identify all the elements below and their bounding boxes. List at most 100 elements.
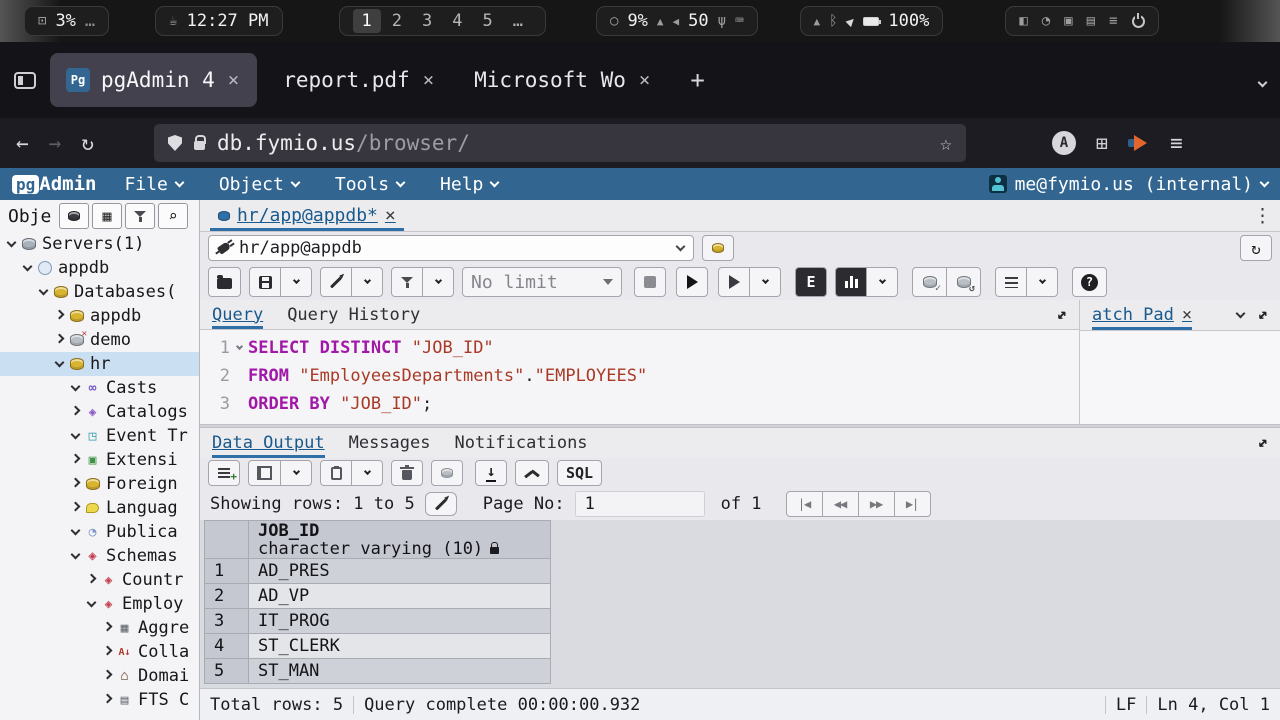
explain-analyze-button[interactable]: [835, 267, 867, 297]
tree-node-catalogs[interactable]: ◈Catalogs: [0, 400, 199, 424]
grid-column-header[interactable]: JOB_ID character varying (10): [249, 521, 551, 559]
lock-icon[interactable]: [194, 141, 205, 150]
eol-indicator[interactable]: LF: [1116, 695, 1136, 715]
delete-row-button[interactable]: [391, 460, 423, 486]
network-widget[interactable]: ▲ ᛒ ▶ 100%: [800, 6, 944, 36]
back-button[interactable]: ←: [16, 131, 29, 155]
chevron-right-icon[interactable]: [71, 454, 81, 464]
row-number-cell[interactable]: 1: [205, 559, 249, 584]
rollback-button[interactable]: ↺: [946, 267, 981, 297]
tray-icon-2[interactable]: ◔: [1042, 13, 1050, 29]
tree-node-databases[interactable]: Databases(: [0, 280, 199, 304]
macros-button[interactable]: [995, 267, 1027, 297]
next-page-button[interactable]: ▶▶: [858, 491, 895, 517]
menu-help[interactable]: Help: [440, 174, 498, 195]
grid-row-2[interactable]: 2AD_VP: [205, 584, 551, 609]
browser-tab-word[interactable]: Microsoft Wo ×: [458, 53, 668, 107]
search-objects-button[interactable]: ⌕: [158, 203, 188, 229]
save-data-button[interactable]: [431, 460, 463, 486]
data-cell[interactable]: ST_CLERK: [249, 634, 551, 659]
stop-button[interactable]: [634, 267, 666, 297]
tree-node-event-triggers[interactable]: ◳Event Tr: [0, 424, 199, 448]
first-page-button[interactable]: |◀: [786, 491, 823, 517]
tree-node-fts-configurations[interactable]: ▤FTS C: [0, 688, 199, 712]
system-tray[interactable]: ◧ ◔ ▣ ▤ ≡: [1005, 6, 1158, 36]
grid-view-button[interactable]: ▦: [92, 203, 122, 229]
chevron-right-icon[interactable]: [71, 502, 81, 512]
hamburger-menu-icon[interactable]: ≡: [1109, 13, 1117, 29]
chevron-right-icon[interactable]: [103, 646, 113, 656]
tab-scratch-pad[interactable]: atch Pad ×: [1092, 300, 1192, 330]
browser-tab-pgadmin[interactable]: Pg pgAdmin 4 ×: [50, 53, 257, 107]
row-number-cell[interactable]: 2: [205, 584, 249, 609]
user-menu[interactable]: me@fymio.us (internal): [989, 174, 1268, 195]
commit-button[interactable]: ✓: [912, 267, 947, 297]
row-number-cell[interactable]: 3: [205, 609, 249, 634]
explain-button[interactable]: E: [795, 267, 827, 297]
clock-widget[interactable]: ☕ 12:27 PM: [155, 6, 282, 36]
filter-button[interactable]: [391, 267, 423, 297]
extension-a-icon[interactable]: A: [1052, 131, 1076, 155]
macros-options-button[interactable]: [1026, 267, 1058, 297]
tray-icon-3[interactable]: ▣: [1064, 13, 1072, 29]
save-file-button[interactable]: [249, 267, 281, 297]
edit-options-button[interactable]: [351, 267, 383, 297]
extensions-puzzle-icon[interactable]: ⊞: [1096, 131, 1108, 155]
prev-page-button[interactable]: ◀◀: [822, 491, 859, 517]
chevron-down-icon[interactable]: [71, 430, 81, 440]
tree-node-schema-employ[interactable]: ◈Employ: [0, 592, 199, 616]
help-button[interactable]: ?: [1072, 267, 1107, 297]
open-file-button[interactable]: [208, 267, 241, 297]
tray-icon-4[interactable]: ▤: [1087, 13, 1095, 29]
save-options-button[interactable]: [280, 267, 312, 297]
chevron-right-icon[interactable]: [103, 622, 113, 632]
tree-node-database-hr[interactable]: hr: [0, 352, 199, 376]
tree-node-database-demo[interactable]: demo: [0, 328, 199, 352]
grid-row-3[interactable]: 3IT_PROG: [205, 609, 551, 634]
chevron-down-icon[interactable]: [71, 382, 81, 392]
chevron-down-icon[interactable]: [71, 526, 81, 536]
tree-node-server-appdb[interactable]: appdb: [0, 256, 199, 280]
sql-editor[interactable]: 1SELECT DISTINCT "JOB_ID"2FROM "Employee…: [200, 330, 1079, 424]
tree-node-aggregates[interactable]: ▦Aggre: [0, 616, 199, 640]
limit-select[interactable]: No limit: [462, 267, 622, 297]
chevron-right-icon[interactable]: [87, 574, 97, 584]
data-cell[interactable]: AD_PRES: [249, 559, 551, 584]
scratch-pad-chevron-icon[interactable]: [1235, 309, 1245, 319]
chevron-right-icon[interactable]: [55, 310, 65, 320]
editor-expand-icon[interactable]: ↕: [1051, 304, 1072, 325]
workspace-switcher[interactable]: 12345…: [339, 6, 547, 36]
tray-icon-1[interactable]: ◧: [1019, 13, 1027, 29]
grid-row-1[interactable]: 1AD_PRES: [205, 559, 551, 584]
workspace-5[interactable]: 5: [474, 9, 502, 33]
browser-menu-icon[interactable]: ≡: [1170, 131, 1183, 155]
explain-options-button[interactable]: [866, 267, 898, 297]
tab-query-history[interactable]: Query History: [287, 305, 420, 325]
menu-tools[interactable]: Tools: [335, 174, 404, 195]
connection-select[interactable]: hr/app@appdb: [208, 235, 694, 261]
copy-options-button[interactable]: [280, 460, 312, 486]
bookmark-star-icon[interactable]: ☆: [940, 131, 952, 155]
graph-visualiser-button[interactable]: [515, 460, 549, 486]
fold-chevron-icon[interactable]: [230, 334, 248, 362]
chevron-down-icon[interactable]: [23, 262, 33, 272]
tab-data-output[interactable]: Data Output: [212, 428, 325, 458]
tab-messages[interactable]: Messages: [349, 433, 431, 453]
tree-node-extensions[interactable]: ▣Extensi: [0, 448, 199, 472]
tree-node-database-appdb[interactable]: appdb: [0, 304, 199, 328]
tree-node-domains[interactable]: ⌂Domai: [0, 664, 199, 688]
workspace-2[interactable]: 2: [383, 9, 411, 33]
connect-database-button[interactable]: [59, 203, 89, 229]
tree-node-foreign-data-wrappers[interactable]: Foreign: [0, 472, 199, 496]
chevron-down-icon[interactable]: [71, 550, 81, 560]
chevron-right-icon[interactable]: [103, 670, 113, 680]
add-row-button[interactable]: [208, 460, 240, 486]
close-icon[interactable]: ×: [421, 69, 436, 91]
list-tabs-chevron-icon[interactable]: [1259, 71, 1266, 90]
megaphone-extension-icon[interactable]: [1128, 134, 1150, 152]
download-button[interactable]: ↓: [475, 460, 507, 486]
tree-node-servers[interactable]: Servers(1): [0, 232, 199, 256]
edit-rows-button[interactable]: [425, 492, 457, 516]
page-no-input[interactable]: [575, 491, 705, 517]
close-icon[interactable]: ×: [1182, 305, 1192, 325]
